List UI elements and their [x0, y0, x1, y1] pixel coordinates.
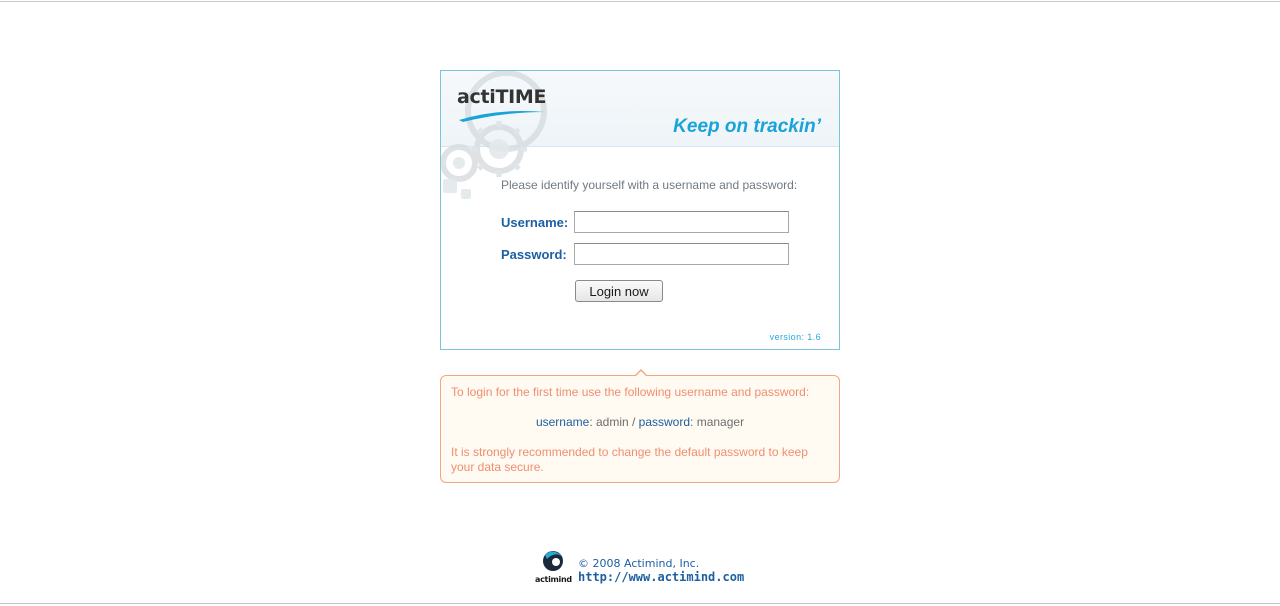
- info-pointer-fill: [635, 371, 647, 377]
- logo-text: actiTIME: [457, 86, 547, 108]
- actimind-logo-icon: [543, 551, 563, 571]
- username-input[interactable]: [574, 211, 789, 233]
- security-warning: It is strongly recommended to change the…: [451, 445, 808, 474]
- bottom-divider: [0, 603, 1280, 604]
- version-label: version: 1.6: [769, 332, 821, 342]
- password-key: password: [638, 415, 691, 429]
- password-value: : manager: [690, 415, 745, 429]
- actimind-logo-text: actimind: [535, 575, 572, 584]
- login-instructions: Please identify yourself with a username…: [501, 178, 798, 192]
- username-value: : admin /: [589, 415, 639, 429]
- logo-swoosh-icon: [459, 111, 545, 122]
- username-label: Username:: [501, 215, 569, 230]
- tagline: Keep on trackin’: [673, 116, 821, 137]
- login-button[interactable]: Login now: [575, 280, 663, 302]
- actimind-website-link[interactable]: http://www.actimind.com: [578, 570, 744, 584]
- password-label: Password:: [501, 247, 567, 262]
- first-login-info-panel: To login for the first time use the foll…: [440, 375, 840, 483]
- top-divider: [0, 1, 1280, 2]
- default-credentials: username: admin / password: manager: [441, 415, 839, 429]
- actitime-logo: actiTIME: [457, 86, 547, 122]
- actimind-logo[interactable]: actimind: [535, 549, 572, 585]
- login-panel: actiTIME Keep on trackin’ Please identif…: [440, 70, 840, 350]
- username-key: username: [535, 415, 590, 429]
- info-intro-text: To login for the first time use the foll…: [451, 385, 810, 399]
- copyright-text: © 2008 Actimind, Inc.: [578, 557, 700, 570]
- password-input[interactable]: [574, 243, 789, 265]
